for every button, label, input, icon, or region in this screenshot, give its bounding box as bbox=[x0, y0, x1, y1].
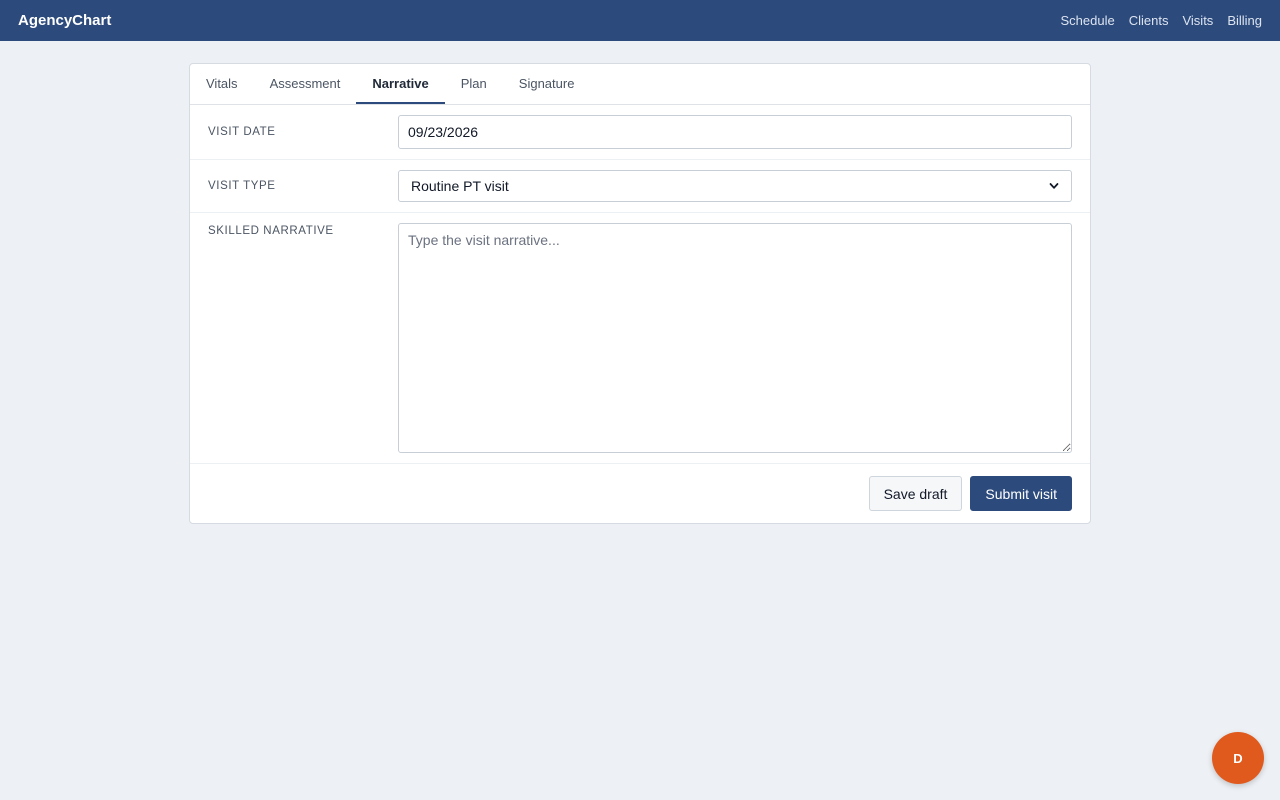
main-nav: Schedule Clients Visits Billing bbox=[1061, 13, 1262, 28]
nav-link-visits[interactable]: Visits bbox=[1182, 13, 1213, 28]
nav-link-schedule[interactable]: Schedule bbox=[1061, 13, 1115, 28]
submit-visit-button[interactable]: Submit visit bbox=[970, 476, 1072, 511]
visit-date-input[interactable] bbox=[398, 115, 1072, 149]
form-actions: Save draft Submit visit bbox=[190, 464, 1090, 523]
app-brand[interactable]: AgencyChart bbox=[18, 12, 111, 29]
tab-plan[interactable]: Plan bbox=[445, 64, 503, 104]
visit-type-row: VISIT TYPE Routine PT visit bbox=[190, 160, 1090, 213]
visit-date-row: VISIT DATE bbox=[190, 105, 1090, 160]
chevron-down-icon bbox=[1049, 183, 1059, 189]
visit-type-label: VISIT TYPE bbox=[208, 180, 276, 192]
visit-type-selected-value: Routine PT visit bbox=[411, 178, 509, 194]
visit-form-card: Vitals Assessment Narrative Plan Signatu… bbox=[189, 63, 1091, 524]
visit-type-select[interactable]: Routine PT visit bbox=[398, 170, 1072, 202]
narrative-row: SKILLED NARRATIVE bbox=[190, 213, 1090, 464]
tab-assessment[interactable]: Assessment bbox=[254, 64, 357, 104]
form-tabs: Vitals Assessment Narrative Plan Signatu… bbox=[190, 64, 1090, 105]
narrative-textarea[interactable] bbox=[398, 223, 1072, 453]
nav-link-billing[interactable]: Billing bbox=[1227, 13, 1262, 28]
top-nav-bar: AgencyChart Schedule Clients Visits Bill… bbox=[0, 0, 1280, 41]
nav-link-clients[interactable]: Clients bbox=[1129, 13, 1169, 28]
visit-date-label: VISIT DATE bbox=[208, 126, 276, 138]
user-avatar[interactable]: D bbox=[1212, 732, 1264, 784]
tab-vitals[interactable]: Vitals bbox=[190, 64, 254, 104]
tab-narrative[interactable]: Narrative bbox=[356, 64, 445, 104]
save-draft-button[interactable]: Save draft bbox=[868, 476, 963, 511]
tab-signature[interactable]: Signature bbox=[503, 64, 591, 104]
narrative-label: SKILLED NARRATIVE bbox=[208, 225, 334, 237]
